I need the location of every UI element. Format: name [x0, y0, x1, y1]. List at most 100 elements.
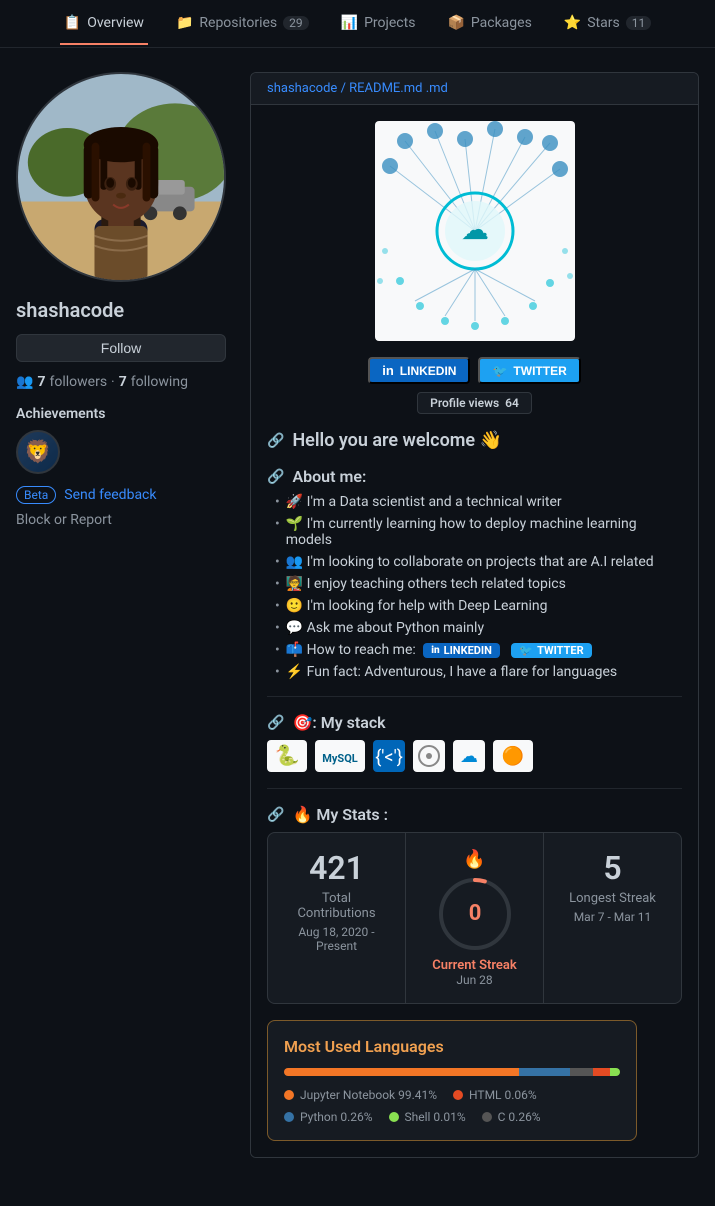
readme-breadcrumb-user[interactable]: shashacode: [267, 81, 337, 96]
total-contributions-label: Total Contributions: [284, 891, 389, 921]
linkedin-icon: in: [382, 363, 394, 378]
longest-streak-label: Longest Streak: [560, 891, 665, 906]
svg-text:☁: ☁: [460, 746, 478, 767]
current-streak-section: 🔥 0 Current Streak Jun 28: [406, 833, 544, 1003]
c-bar: [570, 1068, 594, 1076]
social-buttons: in LINKEDIN 🐦 TWITTER: [267, 357, 682, 384]
longest-streak-date: Mar 7 - Mar 11: [560, 910, 665, 924]
python-legend-item: Python 0.26%: [284, 1110, 373, 1124]
nav-overview[interactable]: 📋 Overview: [60, 3, 148, 45]
svg-text:🟠: 🟠: [502, 745, 524, 767]
vscode-icon: {'<'}: [373, 740, 405, 772]
stats-card: 421 Total Contributions Aug 18, 2020 - P…: [267, 832, 682, 1004]
shell-dot: [389, 1112, 399, 1122]
nav-repositories[interactable]: 📁 Repositories 29: [172, 3, 313, 45]
html-bar: [593, 1068, 610, 1076]
block-report-link[interactable]: Block or Report: [16, 512, 226, 528]
python-dot: [284, 1112, 294, 1122]
packages-icon: 📦: [447, 15, 464, 31]
longest-streak-section: 5 Longest Streak Mar 7 - Mar 11: [544, 833, 681, 1003]
divider-2: [267, 788, 682, 789]
top-navigation: 📋 Overview 📁 Repositories 29 📊 Projects …: [0, 0, 715, 48]
readme-box: shashacode / README.md .md: [250, 72, 699, 1158]
page-layout: shashacode Follow 👥 7 followers · 7 foll…: [0, 48, 715, 1206]
html-dot: [453, 1090, 463, 1100]
people-icon: 👥: [16, 374, 33, 390]
jupyter-dot: [284, 1090, 294, 1100]
profile-views: Profile views 64: [417, 392, 532, 414]
avatar: [16, 72, 226, 282]
link-icon-about: 🔗: [267, 469, 284, 485]
link-icon-stack: 🔗: [267, 715, 284, 731]
about-item-6: 💬 Ask me about Python mainly: [275, 620, 682, 636]
twitter-button[interactable]: 🐦 TWITTER: [478, 357, 580, 384]
inline-twitter-icon: 🐦: [519, 644, 533, 657]
jupyter-bar: [284, 1068, 519, 1076]
svg-text:MySQL: MySQL: [322, 752, 358, 765]
sidebar: shashacode Follow 👥 7 followers · 7 foll…: [16, 72, 226, 1182]
total-contributions-date: Aug 18, 2020 - Present: [284, 925, 389, 953]
send-feedback-link[interactable]: Send feedback: [64, 487, 156, 503]
python-bar: [519, 1068, 569, 1076]
svg-text:0: 0: [468, 901, 481, 926]
stack-icons-row: 🐍 MySQL {'<'}: [267, 740, 682, 772]
svg-text:🐍: 🐍: [275, 743, 300, 767]
about-item-1: 🚀 I'm a Data scientist and a technical w…: [275, 494, 682, 510]
inline-linkedin-btn[interactable]: in LINKEDIN: [423, 643, 500, 658]
readme-header: shashacode / README.md .md: [251, 73, 698, 105]
tech-icon-1: [413, 740, 445, 772]
stack-heading: 🔗 🎯: My stack: [267, 713, 682, 732]
readme-body: ☁: [251, 105, 698, 1157]
total-contributions-number: 421: [284, 849, 389, 887]
nav-stars[interactable]: ⭐ Stars 11: [560, 3, 655, 45]
jupyter-icon: 🟠: [493, 740, 533, 772]
beta-section: Beta Send feedback: [16, 486, 226, 504]
about-list: 🚀 I'm a Data scientist and a technical w…: [267, 494, 682, 680]
beta-badge: Beta: [16, 486, 56, 504]
hello-heading: 🔗 Hello you are welcome 👋: [267, 430, 682, 451]
inline-twitter-btn[interactable]: 🐦 TWITTER: [511, 643, 591, 658]
python-icon: 🐍: [267, 740, 307, 772]
twitter-bird-icon: 🐦: [492, 364, 507, 378]
jupyter-legend-item: Jupyter Notebook 99.41%: [284, 1088, 437, 1102]
mysql-icon: MySQL: [315, 740, 365, 772]
link-icon-stats: 🔗: [267, 807, 284, 823]
repo-icon: 📁: [176, 15, 193, 31]
html-legend-item: HTML 0.06%: [453, 1088, 537, 1102]
shell-legend-item: Shell 0.01%: [389, 1110, 466, 1124]
about-item-4: 🧑‍🏫 I enjoy teaching others tech related…: [275, 576, 682, 592]
follow-button[interactable]: Follow: [16, 334, 226, 362]
achievement-emoji: 🦁: [24, 440, 51, 465]
overview-icon: 📋: [64, 15, 81, 31]
total-contributions-section: 421 Total Contributions Aug 18, 2020 - P…: [268, 833, 406, 1003]
current-streak-date: Jun 28: [422, 973, 527, 987]
link-icon-hello: 🔗: [267, 433, 284, 449]
inline-linkedin-icon: in: [431, 645, 439, 656]
languages-title: Most Used Languages: [284, 1037, 620, 1056]
svg-text:☁: ☁: [461, 213, 489, 246]
main-content: shashacode / README.md .md: [250, 72, 699, 1182]
fire-icon: 🔥: [463, 849, 485, 870]
stats-heading: 🔗 🔥 My Stats :: [267, 805, 682, 824]
about-item-8: ⚡ Fun fact: Adventurous, I have a flare …: [275, 664, 682, 680]
about-heading: 🔗 About me:: [267, 467, 682, 486]
linkedin-button[interactable]: in LINKEDIN: [368, 357, 470, 384]
achievements-title: Achievements: [16, 406, 226, 422]
language-bar: [284, 1068, 620, 1076]
stars-icon: ⭐: [564, 15, 581, 31]
about-item-2: 🌱 I'm currently learning how to deploy m…: [275, 516, 682, 548]
longest-streak-number: 5: [560, 849, 665, 887]
svg-text:{'<'}: {'<'}: [375, 747, 403, 768]
nav-projects[interactable]: 📊 Projects: [337, 3, 420, 45]
c-legend-item: C 0.26%: [482, 1110, 541, 1124]
c-dot: [482, 1112, 492, 1122]
username: shashacode: [16, 298, 226, 322]
nav-packages[interactable]: 📦 Packages: [443, 3, 535, 45]
shell-bar: [610, 1068, 620, 1076]
projects-icon: 📊: [341, 15, 358, 31]
language-legend: Jupyter Notebook 99.41% HTML 0.06% Pytho…: [284, 1088, 620, 1124]
cloud-network-image: ☁: [375, 121, 575, 341]
about-item-5: 🙂 I'm looking for help with Deep Learnin…: [275, 598, 682, 614]
readme-breadcrumb-file[interactable]: README.md: [349, 81, 422, 96]
cloud-icon: ☁: [453, 740, 485, 772]
